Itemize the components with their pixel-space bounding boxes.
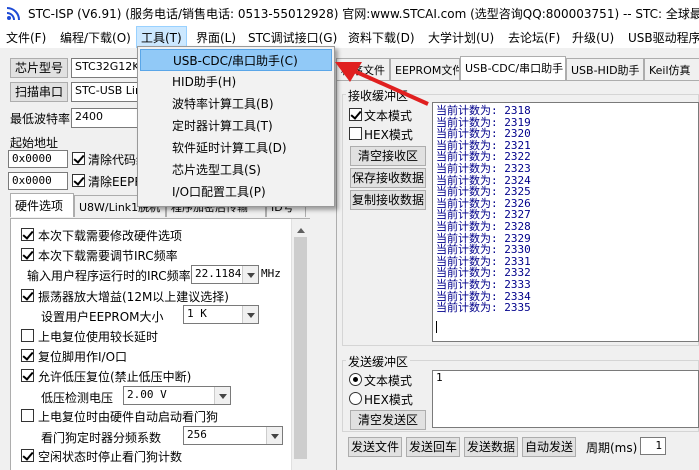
annotation-arrow-icon: [335, 62, 429, 106]
